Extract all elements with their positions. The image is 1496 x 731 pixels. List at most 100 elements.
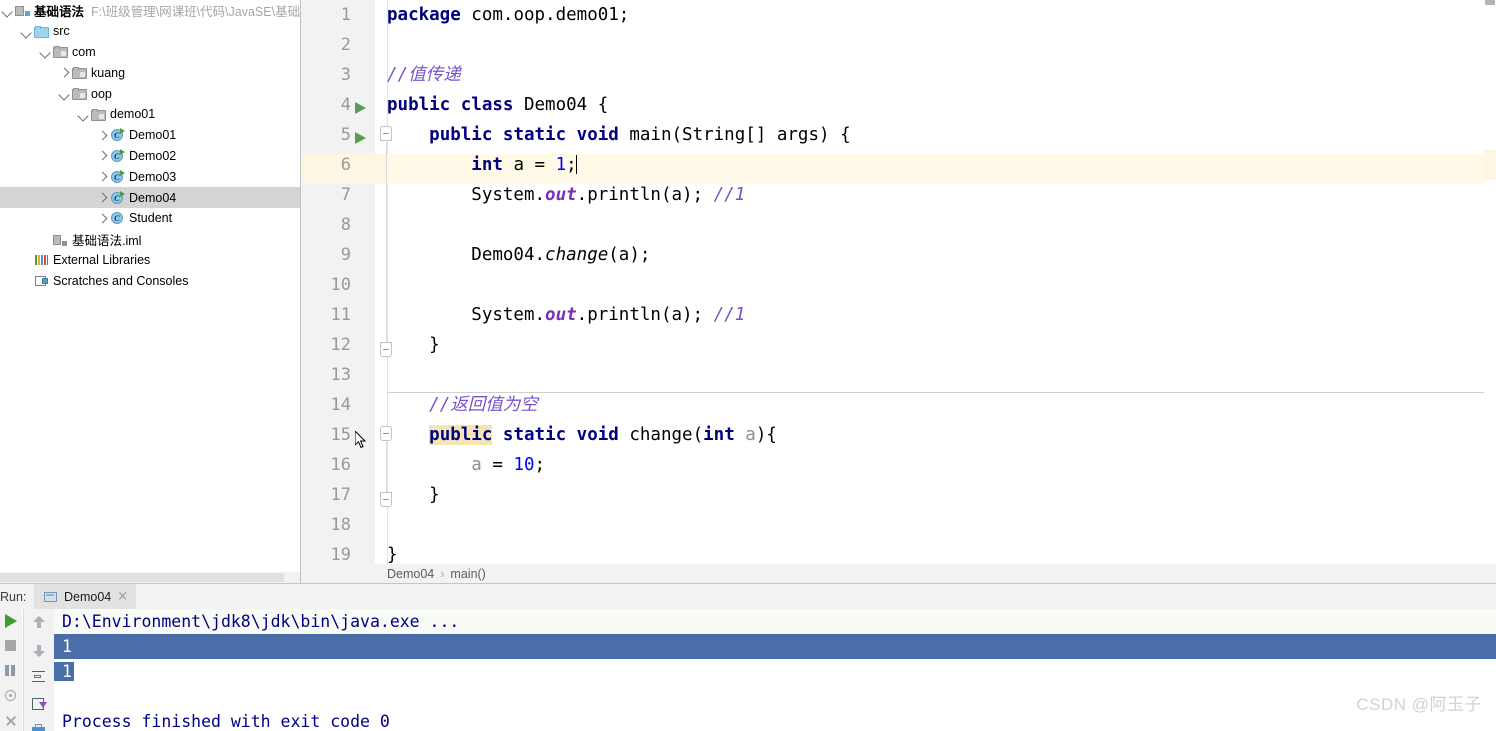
pause-icon[interactable] (3, 663, 19, 679)
print-icon[interactable] (31, 723, 47, 731)
stop-icon[interactable] (3, 638, 19, 654)
chevron-none-icon (40, 234, 51, 245)
line-number: 11 (330, 305, 351, 325)
code-line-8[interactable] (387, 210, 1496, 240)
chevron-down-icon[interactable] (59, 88, 70, 99)
code-line-18[interactable] (387, 510, 1496, 540)
line-number: 2 (340, 35, 351, 55)
project-horizontal-scrollbar[interactable] (0, 572, 300, 583)
line-number: 14 (330, 395, 351, 415)
tree-item-label: kuang (91, 65, 126, 80)
code-line-15[interactable]: public static void change(int a){ (387, 420, 1496, 450)
tree-row-iml[interactable]: 基础语法.iml (0, 229, 300, 250)
editor-error-stripe[interactable] (1484, 0, 1496, 583)
console-line: D:\Environment\jdk8\jdk\bin\java.exe ... (54, 609, 1496, 634)
tree-row-demo01[interactable]: C Demo01 (0, 125, 300, 146)
editor-scrollbar-thumb[interactable] (1485, 0, 1495, 5)
tree-row-external-libraries[interactable]: External Libraries (0, 250, 300, 271)
tree-row-student[interactable]: C Student (0, 208, 300, 229)
scrollbar-thumb[interactable] (0, 573, 284, 582)
line-number: 9 (340, 245, 351, 265)
line-number: 5 (340, 125, 351, 145)
line-number: 18 (330, 515, 351, 535)
code-text-area[interactable]: package com.oop.demo01; //值传递 public cla… (387, 0, 1496, 583)
trace-icon[interactable] (3, 688, 19, 704)
code-line-14[interactable]: //返回值为空 (387, 390, 1496, 420)
tree-row-com[interactable]: com (0, 42, 300, 63)
tree-item-label: Demo01 (129, 128, 177, 143)
tree-row-oop[interactable]: oop (0, 83, 300, 104)
tree-row-project-root[interactable]: 基础语法 F:\班级管理\网课班\代码\JavaSE\基础语 (0, 0, 300, 21)
chevron-right-icon[interactable] (97, 171, 108, 182)
code-line-1[interactable]: package com.oop.demo01; (387, 0, 1496, 30)
code-line-10[interactable] (387, 270, 1496, 300)
breadcrumb[interactable]: Demo04 › main() (301, 564, 1496, 583)
run-tab-demo04[interactable]: Demo04 × (34, 584, 137, 609)
scroll-down-icon[interactable] (31, 642, 47, 657)
idea-window: 基础语法 F:\班级管理\网课班\代码\JavaSE\基础语 src com kua… (0, 0, 1496, 731)
chevron-down-icon[interactable] (21, 26, 32, 37)
close-icon[interactable] (3, 713, 19, 729)
chevron-right-icon[interactable] (97, 213, 108, 224)
scroll-to-end-icon[interactable] (31, 696, 47, 711)
project-tree[interactable]: src com kuang oop demo01 C Demo01 C Demo02 C Demo0… (0, 21, 300, 291)
console-output[interactable]: D:\Environment\jdk8\jdk\bin\java.exe ...… (54, 609, 1496, 731)
code-line-7[interactable]: System.out.println(a); //1 (387, 180, 1496, 210)
tree-item-label: com (72, 44, 96, 59)
code-line-5[interactable]: public static void main(String[] args) { (387, 120, 1496, 150)
chevron-right-icon[interactable] (97, 150, 108, 161)
run-method-gutter-icon[interactable] (355, 132, 366, 144)
breadcrumb-class[interactable]: Demo04 (387, 567, 434, 581)
run-toolbar-primary[interactable] (0, 609, 22, 731)
tree-row-kuang[interactable]: kuang (0, 62, 300, 83)
code-line-17[interactable]: } (387, 480, 1496, 510)
code-line-4[interactable]: public class Demo04 { (387, 90, 1496, 120)
chevron-right-icon[interactable] (97, 130, 108, 141)
tree-item-label: src (53, 24, 70, 39)
run-tool-window[interactable]: Run: Demo04 × D:\Environment\jdk8\jdk\bi… (0, 583, 1496, 731)
java-class-icon: C (110, 128, 125, 142)
breadcrumb-method[interactable]: main() (450, 567, 485, 581)
code-line-13[interactable] (387, 360, 1496, 390)
package-icon (72, 66, 87, 80)
chevron-right-icon[interactable] (59, 67, 70, 78)
code-line-6[interactable]: int a = 1; (387, 150, 1496, 180)
tree-item-label: Demo03 (129, 169, 177, 184)
console-line-text: 1 (62, 637, 72, 656)
run-tool-window-header: Run: Demo04 × (0, 584, 1496, 609)
line-number: 12 (330, 335, 351, 355)
code-line-9[interactable]: Demo04.change(a); (387, 240, 1496, 270)
code-line-3[interactable]: //值传递 (387, 60, 1496, 90)
code-line-2[interactable] (387, 30, 1496, 60)
breadcrumb-separator: › (440, 566, 445, 581)
tree-row-demo01[interactable]: demo01 (0, 104, 300, 125)
line-number: 17 (330, 485, 351, 505)
run-class-gutter-icon[interactable] (355, 102, 366, 114)
tree-row-src[interactable]: src (0, 21, 300, 42)
soft-wrap-icon[interactable] (31, 669, 47, 684)
tree-item-label: Demo04 (129, 190, 177, 205)
tree-row-demo02[interactable]: C Demo02 (0, 146, 300, 167)
chevron-down-icon[interactable] (78, 109, 89, 120)
code-line-16[interactable]: a = 10; (387, 450, 1496, 480)
tree-row-scratches-and-consoles[interactable]: Scratches and Consoles (0, 270, 300, 291)
tree-row-demo03[interactable]: C Demo03 (0, 166, 300, 187)
project-tool-window[interactable]: 基础语法 F:\班级管理\网课班\代码\JavaSE\基础语 src com kua… (0, 0, 301, 583)
run-toolbar-console[interactable] (23, 609, 54, 731)
tree-item-label: Demo02 (129, 148, 177, 163)
tree-row-demo04[interactable]: C Demo04 (0, 187, 300, 208)
package-icon (53, 45, 68, 59)
line-number: 16 (330, 455, 351, 475)
chevron-down-icon[interactable] (2, 5, 13, 16)
code-line-12[interactable]: } (387, 330, 1496, 360)
chevron-down-icon[interactable] (40, 46, 51, 57)
close-icon[interactable]: × (117, 590, 128, 603)
code-line-11[interactable]: System.out.println(a); //1 (387, 300, 1496, 330)
rerun-icon[interactable] (3, 613, 19, 629)
console-line-text: 1 (54, 662, 74, 681)
scroll-up-icon[interactable] (31, 615, 47, 630)
package-icon (91, 108, 106, 121)
chevron-right-icon[interactable] (97, 192, 108, 203)
code-editor[interactable]: 1 2 3 4 5 6 7 8 9 10 11 12 13 14 15 16 17 18 19 package co… (301, 0, 1496, 583)
